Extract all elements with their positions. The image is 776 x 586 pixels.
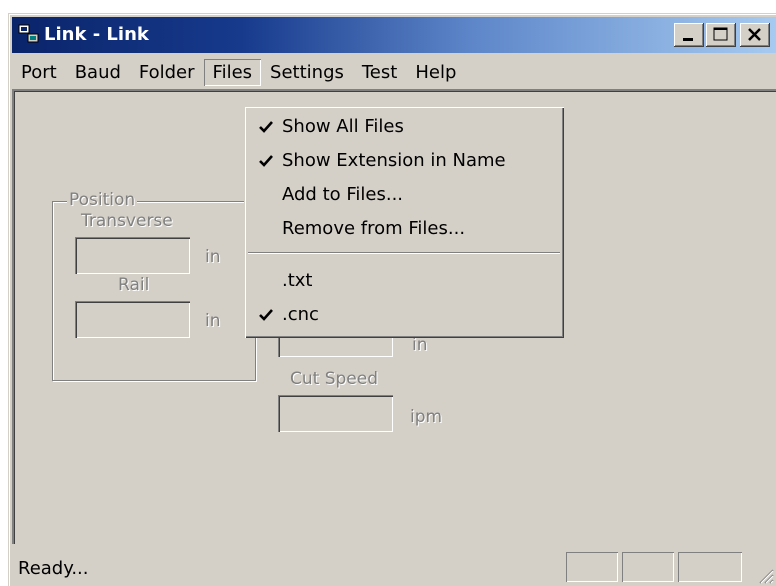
transverse-label: Transverse xyxy=(81,211,173,231)
rail-label: Rail xyxy=(118,275,150,295)
files-dropdown-menu: Show All Files Show Extension in Name Ad… xyxy=(244,106,564,338)
status-panel-3 xyxy=(678,552,742,582)
menu-help[interactable]: Help xyxy=(406,59,465,86)
checkmark-icon xyxy=(259,121,273,133)
cut-speed-field[interactable] xyxy=(278,395,393,432)
checkmark-icon xyxy=(259,309,273,321)
menu-bar: Port Baud Folder Files Settings Test Hel… xyxy=(12,55,776,89)
menuitem-label: .cnc xyxy=(282,304,319,325)
window-title: Link - Link xyxy=(44,24,149,45)
menu-port[interactable]: Port xyxy=(12,59,66,86)
transverse-unit: in xyxy=(205,247,221,267)
menuitem-label: Add to Files... xyxy=(282,184,404,205)
menu-baud[interactable]: Baud xyxy=(66,59,130,86)
status-text: Ready... xyxy=(18,558,89,579)
menuitem-add-to-files[interactable]: Add to Files... xyxy=(244,178,564,212)
minimize-icon xyxy=(683,38,693,41)
maximize-icon xyxy=(713,27,728,41)
menuitem-show-extension[interactable]: Show Extension in Name xyxy=(244,144,564,178)
minimize-button[interactable] xyxy=(674,23,704,47)
menu-files[interactable]: Files xyxy=(204,59,262,86)
menu-separator xyxy=(248,252,560,254)
menuitem-label: Show Extension in Name xyxy=(282,150,506,171)
close-button[interactable] xyxy=(740,23,770,47)
app-icon xyxy=(18,24,39,43)
status-bar: Ready... xyxy=(12,548,776,586)
cut-speed-label: Cut Speed xyxy=(290,369,379,389)
menuitem-label: Remove from Files... xyxy=(282,218,466,239)
menu-folder[interactable]: Folder xyxy=(130,59,204,86)
checkmark-icon xyxy=(259,155,273,167)
resize-grip-icon[interactable] xyxy=(754,564,774,584)
position-groupbox: Position Transverse in Rail in xyxy=(52,190,256,381)
transverse-field[interactable] xyxy=(75,237,190,274)
position-group-label: Position xyxy=(67,190,138,210)
menuitem-txt[interactable]: .txt xyxy=(244,264,564,298)
menuitem-show-all-files[interactable]: Show All Files xyxy=(244,110,564,144)
menuitem-cnc[interactable]: .cnc xyxy=(244,298,564,332)
maximize-button[interactable] xyxy=(706,23,736,47)
rail-unit: in xyxy=(205,311,221,331)
title-bar[interactable]: Link - Link xyxy=(12,17,776,53)
status-panel-2 xyxy=(622,552,674,582)
menuitem-label: .txt xyxy=(282,270,313,291)
cut-speed-unit: ipm xyxy=(410,407,443,427)
rail-field[interactable] xyxy=(75,301,190,338)
status-panel-1 xyxy=(566,552,618,582)
close-icon xyxy=(748,28,761,41)
menu-test[interactable]: Test xyxy=(353,59,406,86)
menuitem-remove-from-files[interactable]: Remove from Files... xyxy=(244,212,564,246)
app-window: Link - Link Port Baud Folder Files Setti… xyxy=(8,13,776,586)
menu-settings[interactable]: Settings xyxy=(261,59,353,86)
partial-field-unit: in xyxy=(412,335,428,355)
menuitem-label: Show All Files xyxy=(282,116,404,137)
